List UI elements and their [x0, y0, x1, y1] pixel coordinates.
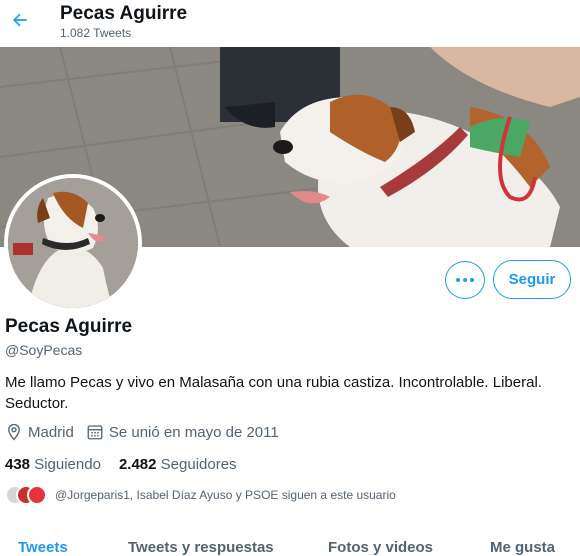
avatar-photo [8, 178, 138, 308]
mutual-avatar [27, 485, 47, 505]
back-button[interactable] [6, 6, 34, 34]
header-title: Pecas Aguirre [60, 3, 188, 24]
profile-bio: Me llamo Pecas y vivo en Malasaña con un… [5, 374, 542, 412]
back-arrow-icon [13, 13, 27, 27]
following-count: 438 [5, 456, 31, 473]
tab-tweets[interactable]: Tweets [18, 539, 68, 556]
profile-meta: Madrid Se unió en mayo de 2011 [5, 423, 291, 441]
followed-by-text: @Jorgeparis1, Isabel Díaz Ayuso y PSOE s… [55, 488, 396, 502]
followers-link[interactable]: 2.482 Seguidores [119, 456, 237, 473]
tab-likes[interactable]: Me gusta [490, 539, 555, 556]
calendar-icon [87, 425, 103, 440]
joined-text: Se unió en mayo de 2011 [108, 423, 279, 441]
followers-you-know[interactable]: @Jorgeparis1, Isabel Díaz Ayuso y PSOE s… [5, 485, 396, 505]
more-dots-icon [456, 278, 474, 282]
more-options-button[interactable] [445, 261, 485, 299]
following-link[interactable]: 438 Siguiendo [5, 456, 101, 473]
profile-tabs: Tweets Tweets y respuestas Fotos y video… [0, 532, 580, 556]
profile-handle: @SoyPecas [5, 342, 83, 358]
follow-button[interactable]: Seguir [493, 260, 571, 299]
profile-name: Pecas Aguirre [5, 316, 133, 337]
tab-tweets-replies[interactable]: Tweets y respuestas [128, 539, 274, 556]
followers-count: 2.482 [118, 456, 157, 473]
followers-label: Seguidores [160, 456, 237, 473]
location-item: Madrid [5, 423, 74, 441]
tab-media[interactable]: Fotos y videos [328, 539, 433, 556]
location-text: Madrid [28, 423, 74, 441]
top-bar: Pecas Aguirre 1.082 Tweets [0, 0, 580, 46]
location-pin-icon [8, 423, 20, 441]
following-label: Siguiendo [34, 456, 101, 473]
tweet-count: 1.082 Tweets [60, 26, 132, 40]
follow-counts: 438 Siguiendo 2.482 Seguidores [5, 456, 255, 473]
joined-item: Se unió en mayo de 2011 [86, 423, 279, 441]
mutual-avatars [5, 485, 49, 505]
profile-avatar[interactable] [4, 174, 142, 312]
